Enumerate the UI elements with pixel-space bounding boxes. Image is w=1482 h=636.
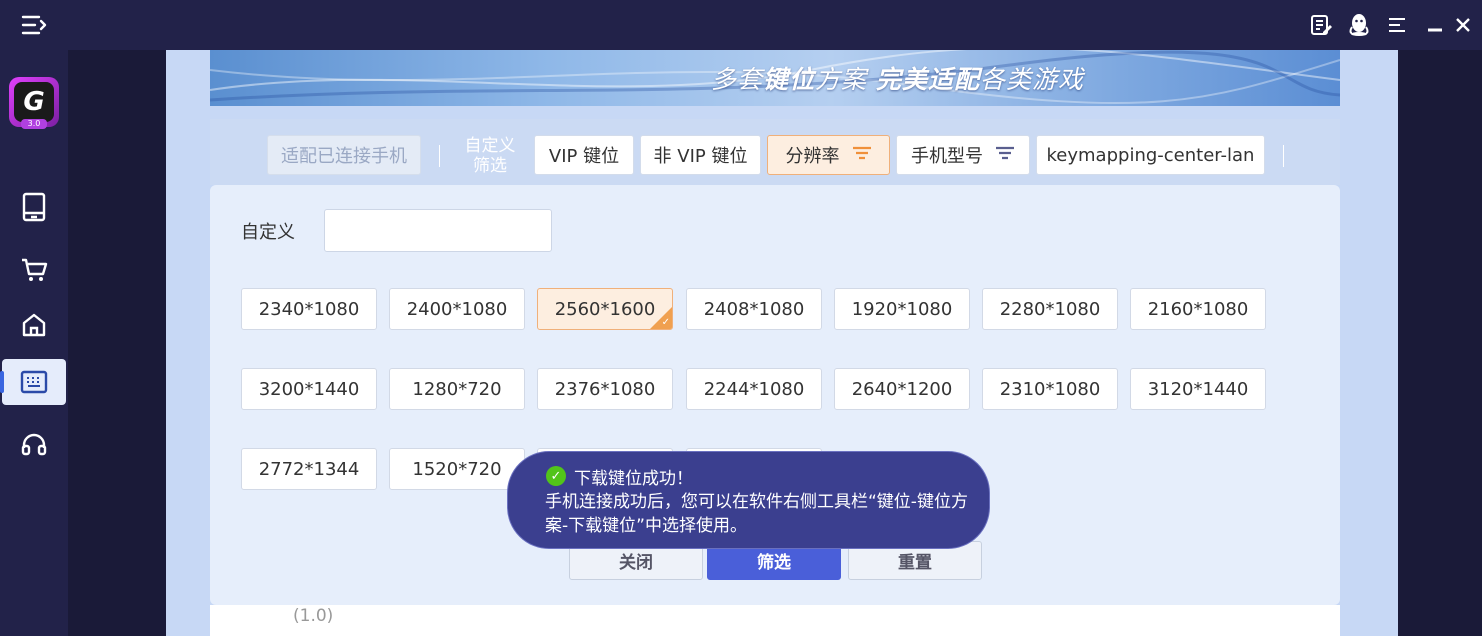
custom-filter-line2: 筛选 [473, 156, 507, 176]
notes-icon[interactable] [1302, 0, 1340, 50]
divider [439, 145, 440, 167]
resolution-option-label: 2560*1600 [554, 298, 656, 320]
title-bar [0, 0, 1482, 50]
resolution-option[interactable]: 2640*1200 [834, 368, 970, 410]
custom-resolution-input[interactable] [324, 209, 552, 252]
headset-icon [21, 433, 47, 456]
menu-icon[interactable] [20, 12, 48, 38]
resolution-option[interactable]: 3200*1440 [241, 368, 377, 410]
phone-model-filter-button[interactable]: 手机型号 [896, 135, 1030, 175]
app-logo: G 3.0 [9, 77, 59, 129]
custom-filter-line1: 自定义 [464, 136, 516, 156]
custom-resolution-label: 自定义 [241, 222, 295, 243]
phone-model-label: 手机型号 [911, 146, 983, 167]
check-icon: ✓ [661, 317, 670, 328]
logo-version: 3.0 [21, 119, 47, 129]
fit-connected-button[interactable]: 适配已连接手机 [267, 135, 421, 175]
resolution-option[interactable]: 2280*1080 [982, 288, 1118, 330]
filter-icon [995, 145, 1015, 166]
divider [1283, 145, 1284, 167]
resolution-option-selected[interactable]: 2560*1600 ✓ [537, 288, 673, 330]
resolution-option[interactable]: 2340*1080 [241, 288, 377, 330]
keyboard-icon [20, 370, 48, 394]
list-area [210, 605, 1340, 636]
close-icon[interactable] [1454, 0, 1482, 50]
toast-title: 下载键位成功！ [574, 469, 693, 489]
vip-keymap-button[interactable]: VIP 键位 [534, 135, 634, 175]
resolution-option[interactable]: 1520*720 [389, 448, 525, 490]
filter-bar: 适配已连接手机 自定义 筛选 VIP 键位 非 VIP 键位 分辨率 手机型号 … [210, 119, 1340, 185]
cart-icon [22, 258, 48, 281]
filter-icon [852, 145, 872, 166]
tablet-icon [22, 192, 46, 222]
resolution-option[interactable]: 2408*1080 [686, 288, 822, 330]
slogan-part: 完美适配 [875, 65, 980, 94]
resolution-label: 分辨率 [785, 146, 840, 167]
resolution-option[interactable]: 2310*1080 [982, 368, 1118, 410]
resolution-option[interactable]: 3120*1440 [1130, 368, 1266, 410]
minimize-icon[interactable] [1416, 0, 1454, 50]
success-check-icon: ✓ [546, 466, 566, 486]
sidebar-item-device[interactable] [0, 184, 68, 230]
promo-banner: 多套键位方案 完美适配各类游戏 [210, 50, 1340, 106]
slogan-part: 多套 [710, 65, 763, 94]
resolution-option[interactable]: 1920*1080 [834, 288, 970, 330]
banner-slogan: 多套键位方案 完美适配各类游戏 [711, 60, 1084, 96]
non-vip-keymap-button[interactable]: 非 VIP 键位 [640, 135, 761, 175]
keymapping-center-button[interactable]: keymapping-center-lan [1036, 135, 1265, 175]
logo-letter: G [14, 82, 54, 122]
sidebar-item-home[interactable] [0, 302, 68, 348]
custom-filter-label[interactable]: 自定义 筛选 [462, 136, 518, 176]
resolution-option[interactable]: 2244*1080 [686, 368, 822, 410]
hamburger-icon[interactable] [1378, 0, 1416, 50]
resolution-filter-button[interactable]: 分辨率 [767, 135, 890, 175]
resolution-option[interactable]: 1280*720 [389, 368, 525, 410]
sidebar-item-keymapping[interactable] [0, 359, 66, 405]
success-toast: ✓ 下载键位成功！ 手机连接成功后，您可以在软件右侧工具栏“键位-键位方案-下载… [507, 451, 990, 549]
sidebar-item-support[interactable] [0, 422, 68, 468]
slogan-part: 键位 [763, 65, 816, 94]
resolution-option[interactable]: 2772*1344 [241, 448, 377, 490]
qq-icon[interactable] [1340, 0, 1378, 50]
toast-message: 手机连接成功后，您可以在软件右侧工具栏“键位-键位方案-下载键位”中选择使用。 [545, 492, 968, 536]
version-label: (1.0) [293, 606, 334, 626]
slogan-part: 各类游戏 [979, 65, 1084, 94]
sidebar-item-store[interactable] [0, 247, 68, 293]
sidebar: G 3.0 [0, 50, 68, 636]
resolution-option[interactable]: 2160*1080 [1130, 288, 1266, 330]
resolution-option[interactable]: 2400*1080 [389, 288, 525, 330]
resolution-option[interactable]: 2376*1080 [537, 368, 673, 410]
home-icon [22, 313, 46, 337]
slogan-part: 方案 [815, 65, 876, 94]
